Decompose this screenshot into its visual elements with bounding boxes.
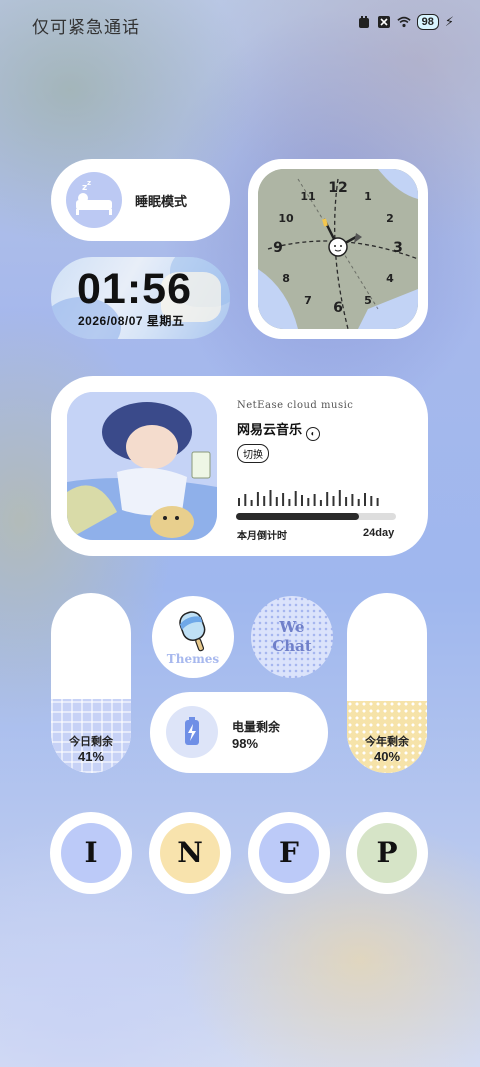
music-widget[interactable]: NetEase cloud music 网易云音乐 ◐ 切换 本月倒计时 24da… bbox=[51, 376, 428, 556]
mbti-letter-f[interactable]: F bbox=[248, 812, 330, 894]
wave-bar bbox=[238, 498, 240, 506]
wave-bar bbox=[282, 493, 285, 506]
wave-bar bbox=[345, 497, 348, 506]
battery-icon bbox=[166, 706, 218, 758]
mbti-letter-text: N bbox=[160, 823, 220, 883]
mbti-letter-i[interactable]: I bbox=[50, 812, 132, 894]
clock-number: 7 bbox=[304, 294, 312, 307]
mbti-letter-text: I bbox=[61, 823, 121, 883]
month-progress-bar bbox=[236, 513, 396, 520]
mbti-letter-text: P bbox=[357, 823, 417, 883]
day-remaining-label: 今日剩余 bbox=[69, 736, 113, 748]
wave-bar bbox=[326, 492, 329, 506]
time-widget[interactable]: 01:56 2026/08/07 星期五 bbox=[51, 257, 230, 339]
current-time: 01:56 bbox=[77, 265, 192, 313]
clock-number: 5 bbox=[364, 294, 372, 307]
day-remaining-value: 41% bbox=[77, 749, 105, 764]
year-remaining-value: 40% bbox=[373, 749, 401, 764]
wave-bar bbox=[357, 499, 360, 506]
themes-app-label: Themes bbox=[166, 652, 220, 666]
wave-bar bbox=[338, 490, 341, 506]
wave-bar bbox=[301, 495, 303, 506]
clock-number: 9 bbox=[273, 240, 283, 256]
wave-bar bbox=[244, 494, 247, 506]
status-text: 仅可紧急通话 bbox=[32, 18, 140, 37]
sleep-mode-label: 睡眠模式 bbox=[135, 194, 188, 209]
alarm-icon bbox=[358, 16, 369, 28]
popsicle-icon bbox=[179, 611, 206, 652]
wave-bar bbox=[332, 496, 335, 506]
wave-bar bbox=[351, 494, 354, 506]
clock-number: 1 bbox=[364, 190, 372, 203]
charging-icon: ⚡ bbox=[444, 14, 454, 29]
wave-bar bbox=[250, 500, 253, 506]
battery-value: 98% bbox=[232, 736, 259, 751]
year-remaining-label: 今年剩余 bbox=[365, 736, 409, 748]
year-remaining-widget[interactable]: 今年剩余 40% bbox=[347, 593, 427, 773]
netease-logo-icon: ◐ bbox=[306, 427, 321, 441]
countdown-value: 24day bbox=[363, 527, 395, 539]
svg-text:z: z bbox=[87, 179, 91, 187]
wave-bar bbox=[319, 500, 322, 506]
analog-clock-widget[interactable]: 12 1 2 3 4 5 6 7 8 9 10 11 bbox=[248, 159, 428, 339]
clock-number: 11 bbox=[300, 190, 315, 203]
clock-number: 10 bbox=[278, 212, 294, 225]
battery-indicator: 98 bbox=[416, 14, 439, 30]
wechat-app-icon[interactable]: We Chat bbox=[251, 596, 333, 678]
clock-number: 4 bbox=[386, 272, 394, 285]
battery-label: 电量剩余 bbox=[232, 720, 281, 734]
themes-app-icon[interactable]: Themes bbox=[152, 596, 234, 678]
wave-bar bbox=[370, 496, 373, 506]
clock-face-art: 121234567891011 bbox=[258, 169, 418, 329]
current-date: 2026/08/07 星期五 bbox=[78, 314, 185, 328]
clock-number: 8 bbox=[282, 272, 290, 285]
no-sim-icon bbox=[377, 16, 390, 28]
clock-number: 6 bbox=[333, 300, 343, 316]
wave-bar bbox=[307, 498, 310, 506]
countdown-label: 本月倒计时 bbox=[237, 531, 287, 542]
battery-widget[interactable]: 电量剩余 98% bbox=[150, 692, 328, 773]
wave-bar bbox=[364, 493, 366, 506]
wechat-app-label: We Chat bbox=[251, 618, 333, 656]
wave-bar bbox=[263, 496, 266, 506]
clock-number: 12 bbox=[328, 180, 347, 196]
wave-bar bbox=[313, 494, 316, 506]
switch-button[interactable]: 切换 bbox=[237, 444, 269, 463]
wave-bar bbox=[376, 498, 379, 506]
status-bar: 仅可紧急通话 98 ⚡ bbox=[0, 0, 480, 50]
waveform bbox=[238, 490, 379, 506]
mbti-letter-p[interactable]: P bbox=[346, 812, 428, 894]
wave-bar bbox=[275, 497, 278, 506]
mbti-letter-text: F bbox=[259, 823, 319, 883]
wave-bar bbox=[294, 491, 297, 506]
music-subtitle: NetEase cloud music bbox=[237, 400, 354, 411]
wechat-label-line1: We bbox=[279, 618, 305, 636]
clock-number: 3 bbox=[393, 240, 403, 256]
sleep-mode-widget[interactable]: z z 睡眠模式 bbox=[51, 159, 230, 241]
clock-face: 12 1 2 3 4 5 6 7 8 9 10 11 bbox=[258, 169, 418, 329]
month-progress-fill bbox=[236, 513, 360, 520]
wave-bar bbox=[288, 499, 291, 506]
status-icons: 98 ⚡ bbox=[357, 14, 454, 30]
wifi-icon bbox=[396, 16, 411, 28]
music-title-text: 网易云音乐 bbox=[237, 422, 303, 437]
album-art[interactable] bbox=[67, 392, 217, 540]
clock-number: 2 bbox=[386, 212, 394, 225]
day-remaining-widget[interactable]: 今日剩余 41% bbox=[51, 593, 131, 773]
wechat-label-line2: Chat bbox=[272, 637, 312, 655]
sleep-icon: z z bbox=[66, 172, 122, 228]
music-title: 网易云音乐 ◐ bbox=[237, 419, 321, 441]
mbti-letter-n[interactable]: N bbox=[149, 812, 231, 894]
wave-bar bbox=[269, 490, 272, 506]
wave-bar bbox=[256, 492, 259, 506]
